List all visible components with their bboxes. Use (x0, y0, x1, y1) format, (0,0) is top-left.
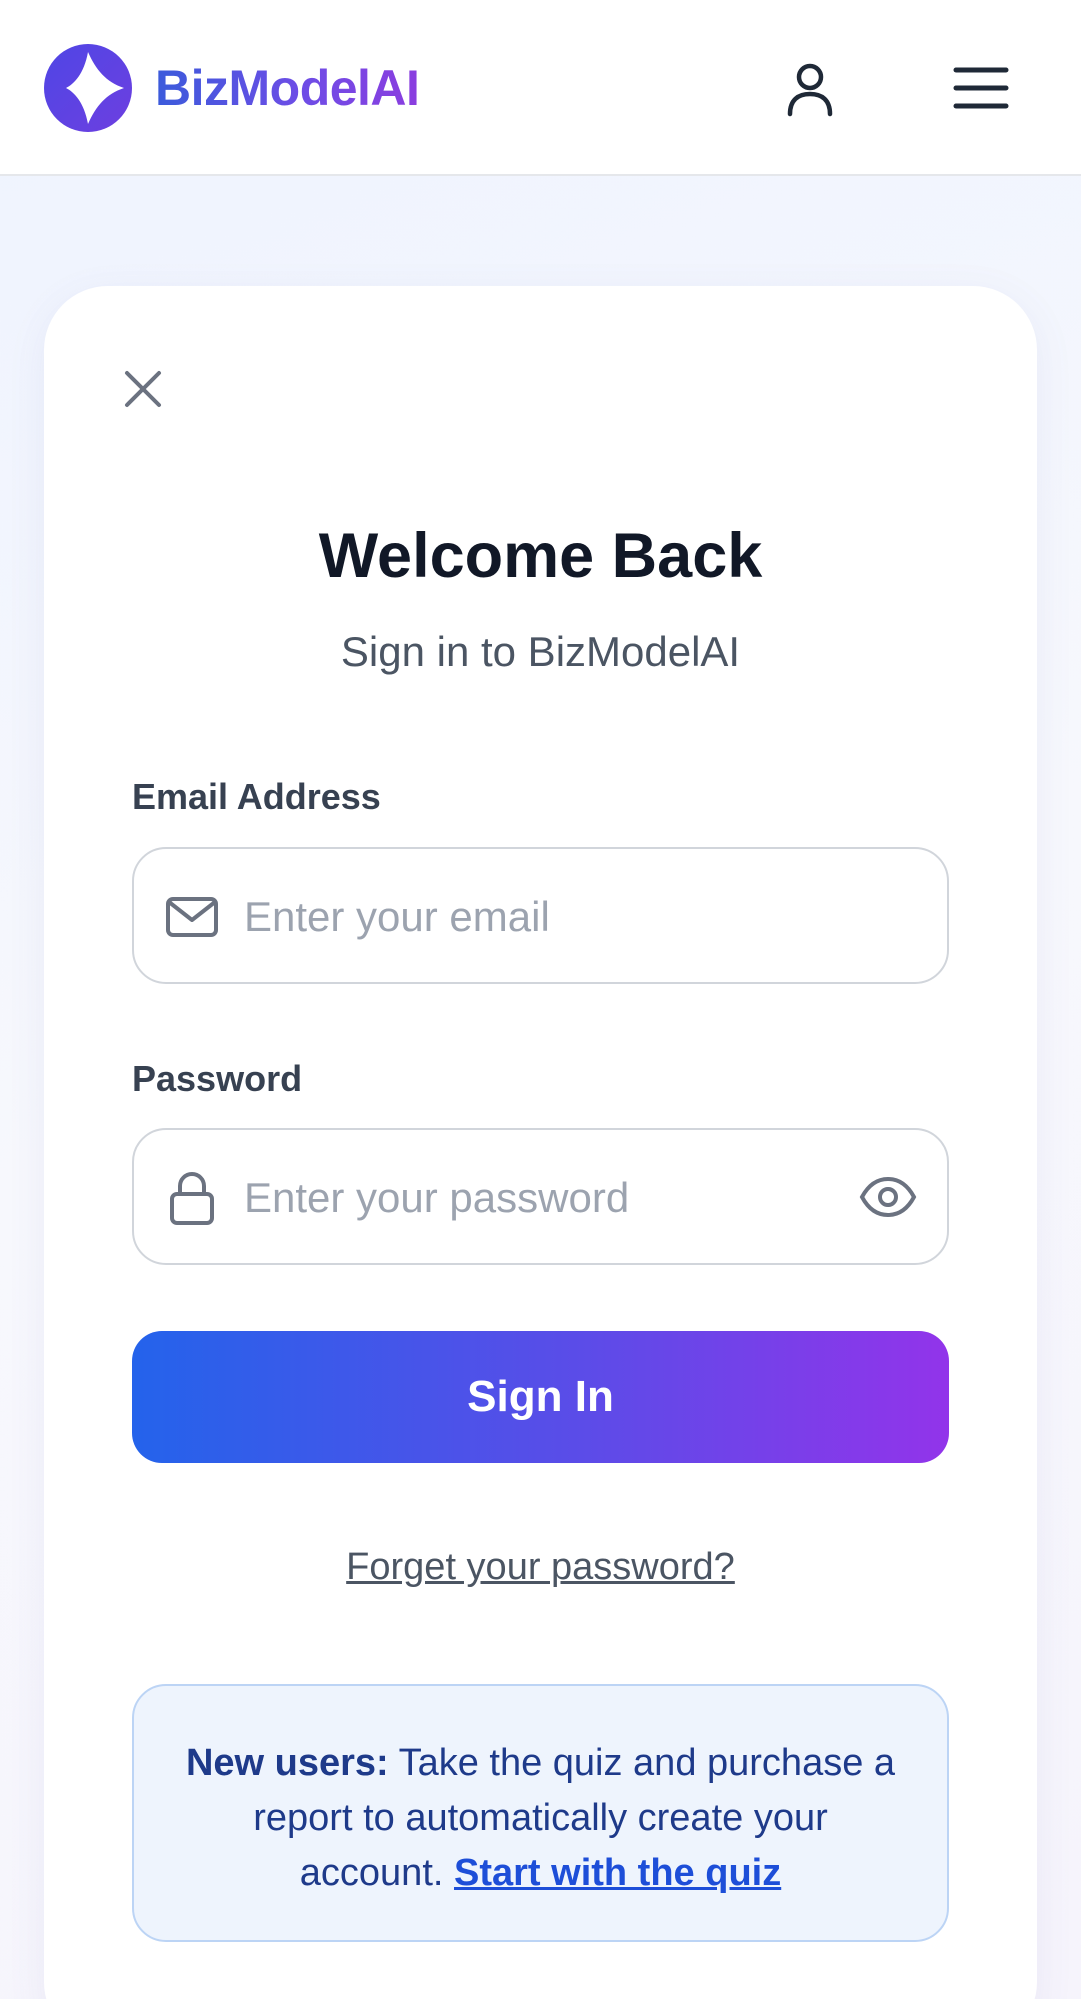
hamburger-menu-icon[interactable] (952, 62, 1010, 114)
password-input[interactable] (244, 1160, 814, 1236)
eye-icon[interactable] (859, 1168, 917, 1226)
site-header: BizModelAI (0, 0, 1081, 176)
sign-in-button[interactable]: Sign In (132, 1331, 949, 1463)
login-card: Welcome Back Sign in to BizModelAI Email… (44, 286, 1037, 1999)
new-users-notice: New users: Take the quiz and purchase a … (132, 1684, 949, 1942)
brand-name[interactable]: BizModelAI (155, 56, 420, 120)
lock-icon (164, 1170, 220, 1226)
start-quiz-link[interactable]: Start with the quiz (454, 1852, 781, 1894)
page-title: Welcome Back (318, 521, 763, 591)
page-subtitle: Sign in to BizModelAI (340, 628, 741, 675)
notice-lead: New users: (185, 1742, 389, 1784)
logo-icon[interactable] (44, 44, 132, 132)
password-label: Password (132, 1058, 303, 1099)
password-field[interactable] (132, 1128, 949, 1265)
forgot-password-link[interactable]: Forget your password? (346, 1546, 735, 1588)
mail-icon (164, 889, 220, 945)
close-icon[interactable] (114, 360, 172, 418)
email-label: Email Address (132, 776, 381, 817)
email-input[interactable] (244, 879, 814, 955)
forgot-password-container: Forget your password? (44, 1542, 1037, 1592)
email-field[interactable] (132, 847, 949, 984)
user-icon[interactable] (782, 60, 838, 118)
